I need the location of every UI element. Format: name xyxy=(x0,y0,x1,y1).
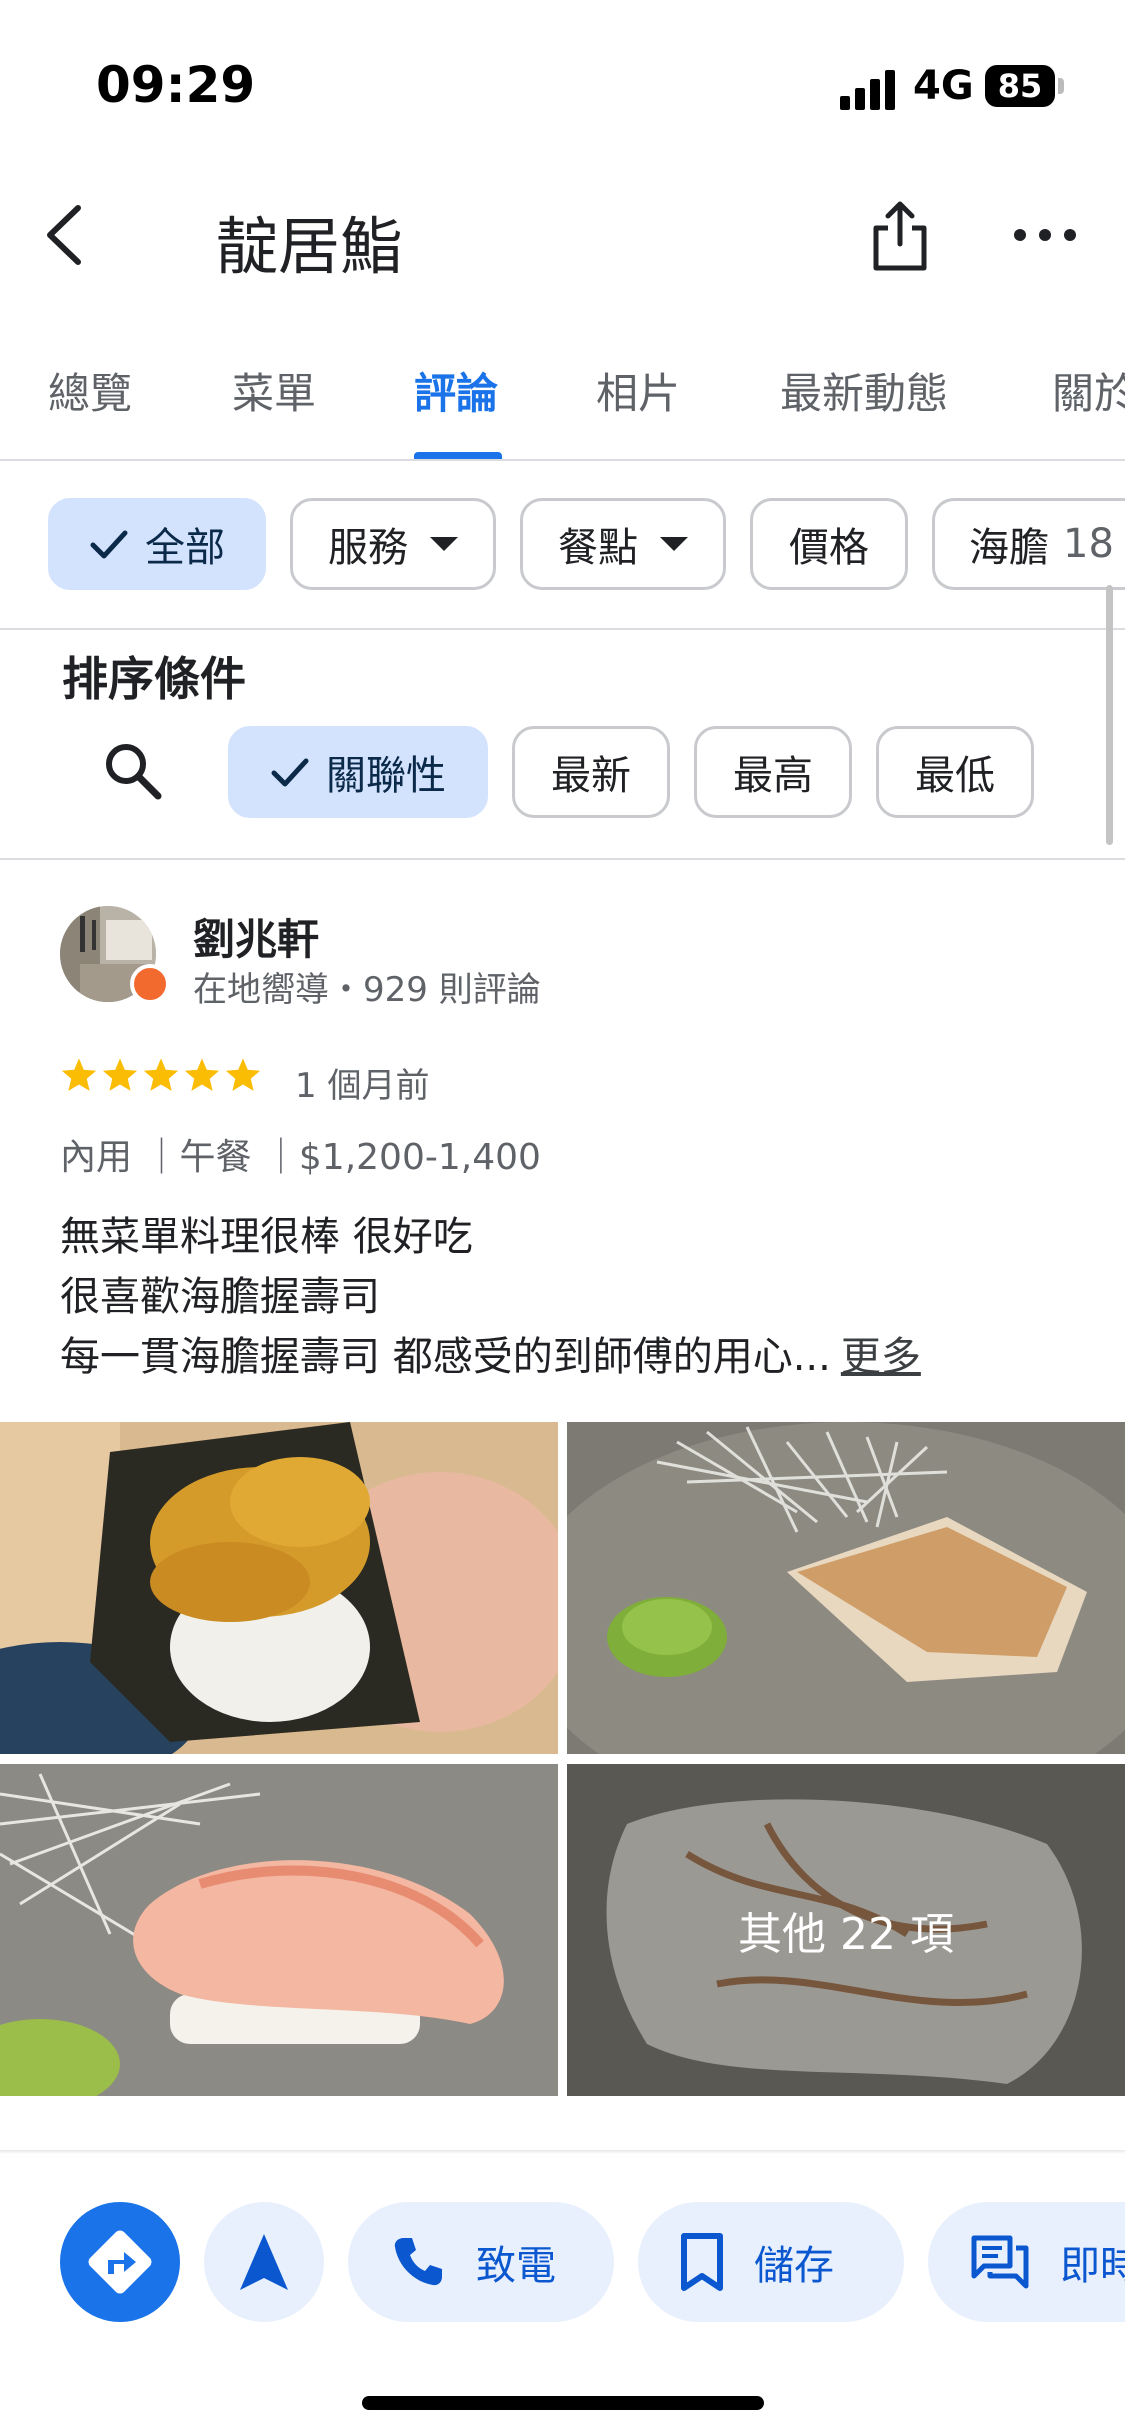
place-title: 靛居鮨 xyxy=(216,210,403,283)
checkmark-icon xyxy=(90,530,128,559)
filter-chip-label: 服務 xyxy=(328,525,408,571)
scrollbar[interactable] xyxy=(1106,585,1113,845)
filter-chip-label: 海膽 xyxy=(969,525,1049,571)
sort-label: 排序條件 xyxy=(62,652,246,706)
share-icon[interactable] xyxy=(868,198,932,272)
save-button[interactable]: 儲存 xyxy=(638,2202,904,2322)
dropdown-caret-icon xyxy=(660,537,688,551)
dropdown-caret-icon xyxy=(430,537,458,551)
star-icon xyxy=(102,1058,138,1091)
star-icon xyxy=(143,1058,179,1091)
save-button-label: 儲存 xyxy=(754,2243,834,2289)
reviewer-meta: 在地嚮導・929 則評論 xyxy=(193,970,541,1010)
tab-updates[interactable]: 最新動態 xyxy=(780,360,948,421)
sort-chip-label: 最新 xyxy=(551,753,631,799)
tab-overview[interactable]: 總覽 xyxy=(48,360,132,421)
signal-icon xyxy=(840,70,895,110)
checkmark-icon xyxy=(271,758,309,787)
read-more-link[interactable]: 更多 xyxy=(841,1334,921,1380)
review-photo-more[interactable]: 其他 22 項 xyxy=(567,1764,1125,2096)
review-tags: 內用 ｜午餐 ｜$1,200-1,400 xyxy=(60,1137,541,1178)
chat-button-label: 即時 xyxy=(1060,2243,1125,2289)
bookmark-icon xyxy=(681,2233,723,2291)
review-text-line: 無菜單料理很棒 很好吃 xyxy=(60,1214,473,1260)
navigation-arrow-icon xyxy=(240,2234,288,2290)
tab-bar: 總覽 菜單 評論 相片 最新動態 關於 xyxy=(0,360,1125,460)
tab-photos[interactable]: 相片 xyxy=(596,360,680,421)
sort-chip-label: 關聯性 xyxy=(326,753,446,799)
filter-chip-uni[interactable]: 海膽 18 xyxy=(932,498,1125,590)
review-text-line: 每一貫海膽握壽司 都感受的到師傅的用心... 更多 xyxy=(60,1324,921,1382)
sort-divider xyxy=(0,858,1125,860)
sort-chip-relevance[interactable]: 關聯性 xyxy=(228,726,488,818)
home-indicator[interactable] xyxy=(362,2396,764,2410)
review-date: 1 個月前 xyxy=(295,1066,430,1106)
star-icon xyxy=(184,1058,220,1091)
battery-icon: 85 xyxy=(985,65,1055,107)
filter-chip-label: 餐點 xyxy=(558,525,638,571)
filter-divider xyxy=(0,628,1125,630)
tab-reviews[interactable]: 評論 xyxy=(414,360,498,421)
tab-menu[interactable]: 菜單 xyxy=(232,360,316,421)
sushi-photo-shrimp xyxy=(0,1764,558,2096)
review-text-line: 很喜歡海膽握壽司 xyxy=(60,1274,380,1320)
filter-chip-service[interactable]: 服務 xyxy=(290,498,496,590)
status-time: 09:29 xyxy=(96,56,256,114)
sushi-photo-uni-handroll xyxy=(0,1422,558,1754)
star-rating xyxy=(60,1056,265,1098)
active-tab-indicator xyxy=(414,452,502,459)
review-photo[interactable] xyxy=(0,1764,558,2096)
reviewer-name[interactable]: 劉兆軒 xyxy=(193,906,319,967)
call-button[interactable]: 致電 xyxy=(348,2202,614,2322)
sort-chip-label: 最低 xyxy=(915,753,995,799)
filter-chip-price[interactable]: 價格 xyxy=(750,498,908,590)
more-photos-label: 其他 22 項 xyxy=(738,1909,954,1960)
filter-chip-count: 18 xyxy=(1063,521,1114,567)
star-icon xyxy=(61,1058,97,1091)
review-text-line-content: 每一貫海膽握壽司 都感受的到師傅的用心... xyxy=(60,1334,831,1380)
sort-chip-lowest[interactable]: 最低 xyxy=(876,726,1034,818)
sort-chip-highest[interactable]: 最高 xyxy=(694,726,852,818)
tab-divider xyxy=(0,459,1125,461)
tab-about[interactable]: 關於 xyxy=(1052,360,1125,421)
filter-chip-label: 全部 xyxy=(145,525,225,571)
sort-chip-newest[interactable]: 最新 xyxy=(512,726,670,818)
call-button-label: 致電 xyxy=(476,2243,556,2289)
more-options-icon[interactable] xyxy=(1010,220,1080,250)
sushi-photo-eel xyxy=(567,1422,1125,1754)
filter-chip-label: 價格 xyxy=(789,525,869,571)
filter-chip-food[interactable]: 餐點 xyxy=(520,498,726,590)
start-navigation-button[interactable] xyxy=(204,2202,324,2322)
chat-icon xyxy=(971,2235,1029,2289)
review-photo[interactable] xyxy=(0,1422,558,1754)
phone-icon xyxy=(394,2238,442,2286)
sort-chip-label: 最高 xyxy=(733,753,813,799)
network-type: 4G xyxy=(913,63,974,109)
back-arrow-icon[interactable] xyxy=(40,200,90,270)
filter-chip-all[interactable]: 全部 xyxy=(48,498,266,590)
more-photos-overlay: 其他 22 項 xyxy=(567,1764,1125,2096)
review-photo[interactable] xyxy=(567,1422,1125,1754)
star-icon xyxy=(225,1058,261,1091)
directions-button[interactable] xyxy=(60,2202,180,2322)
action-bar-divider xyxy=(0,2150,1125,2154)
battery-cap xyxy=(1058,78,1064,94)
directions-icon xyxy=(88,2230,152,2294)
local-guide-badge-icon xyxy=(130,964,170,1004)
search-icon[interactable] xyxy=(100,738,164,802)
chat-button[interactable]: 即時 xyxy=(928,2202,1125,2322)
